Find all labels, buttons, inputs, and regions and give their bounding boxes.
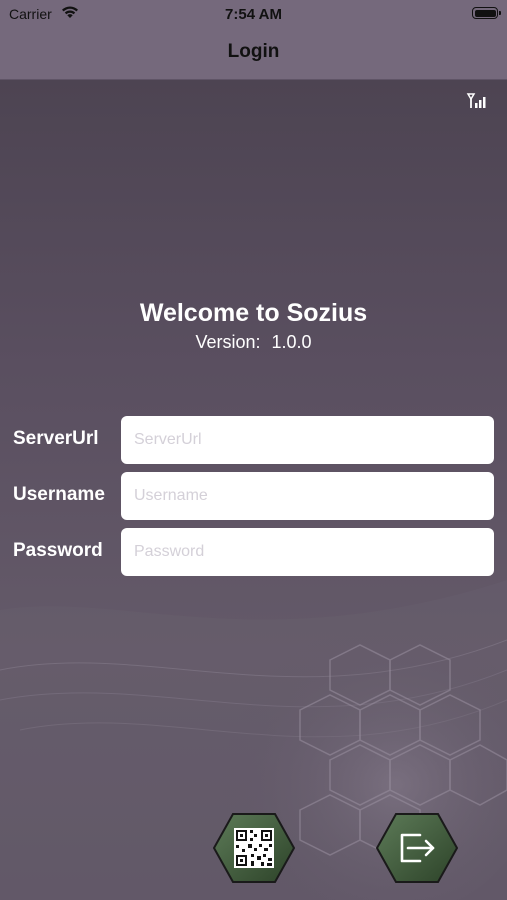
password-label: Password [13,540,103,561]
qr-scan-button[interactable] [213,812,295,884]
welcome-title: Welcome to Sozius [139,299,368,327]
status-bar: Carrier 7:54 AM [0,0,507,28]
page-title: Login [227,41,280,62]
navigation-bar: Login [0,28,507,80]
status-time: 7:54 AM [225,6,282,23]
battery-icon [472,7,501,19]
login-button[interactable] [376,812,458,884]
server-url-row: ServerUrl [0,416,507,464]
username-label: Username [13,484,105,505]
version-label: Version: [195,332,261,352]
qr-code-icon [234,828,274,868]
server-url-input[interactable] [121,416,494,464]
login-content: Welcome to Sozius Version: 1.0.0 ServerU… [0,80,507,900]
password-row: Password [0,528,507,576]
version-value: 1.0.0 [271,332,312,352]
username-row: Username [0,472,507,520]
username-input[interactable] [121,472,494,520]
password-input[interactable] [121,528,494,576]
version-info: Version: 1.0.0 [0,332,507,353]
server-url-label: ServerUrl [13,428,99,449]
signal-icon[interactable] [466,92,488,110]
